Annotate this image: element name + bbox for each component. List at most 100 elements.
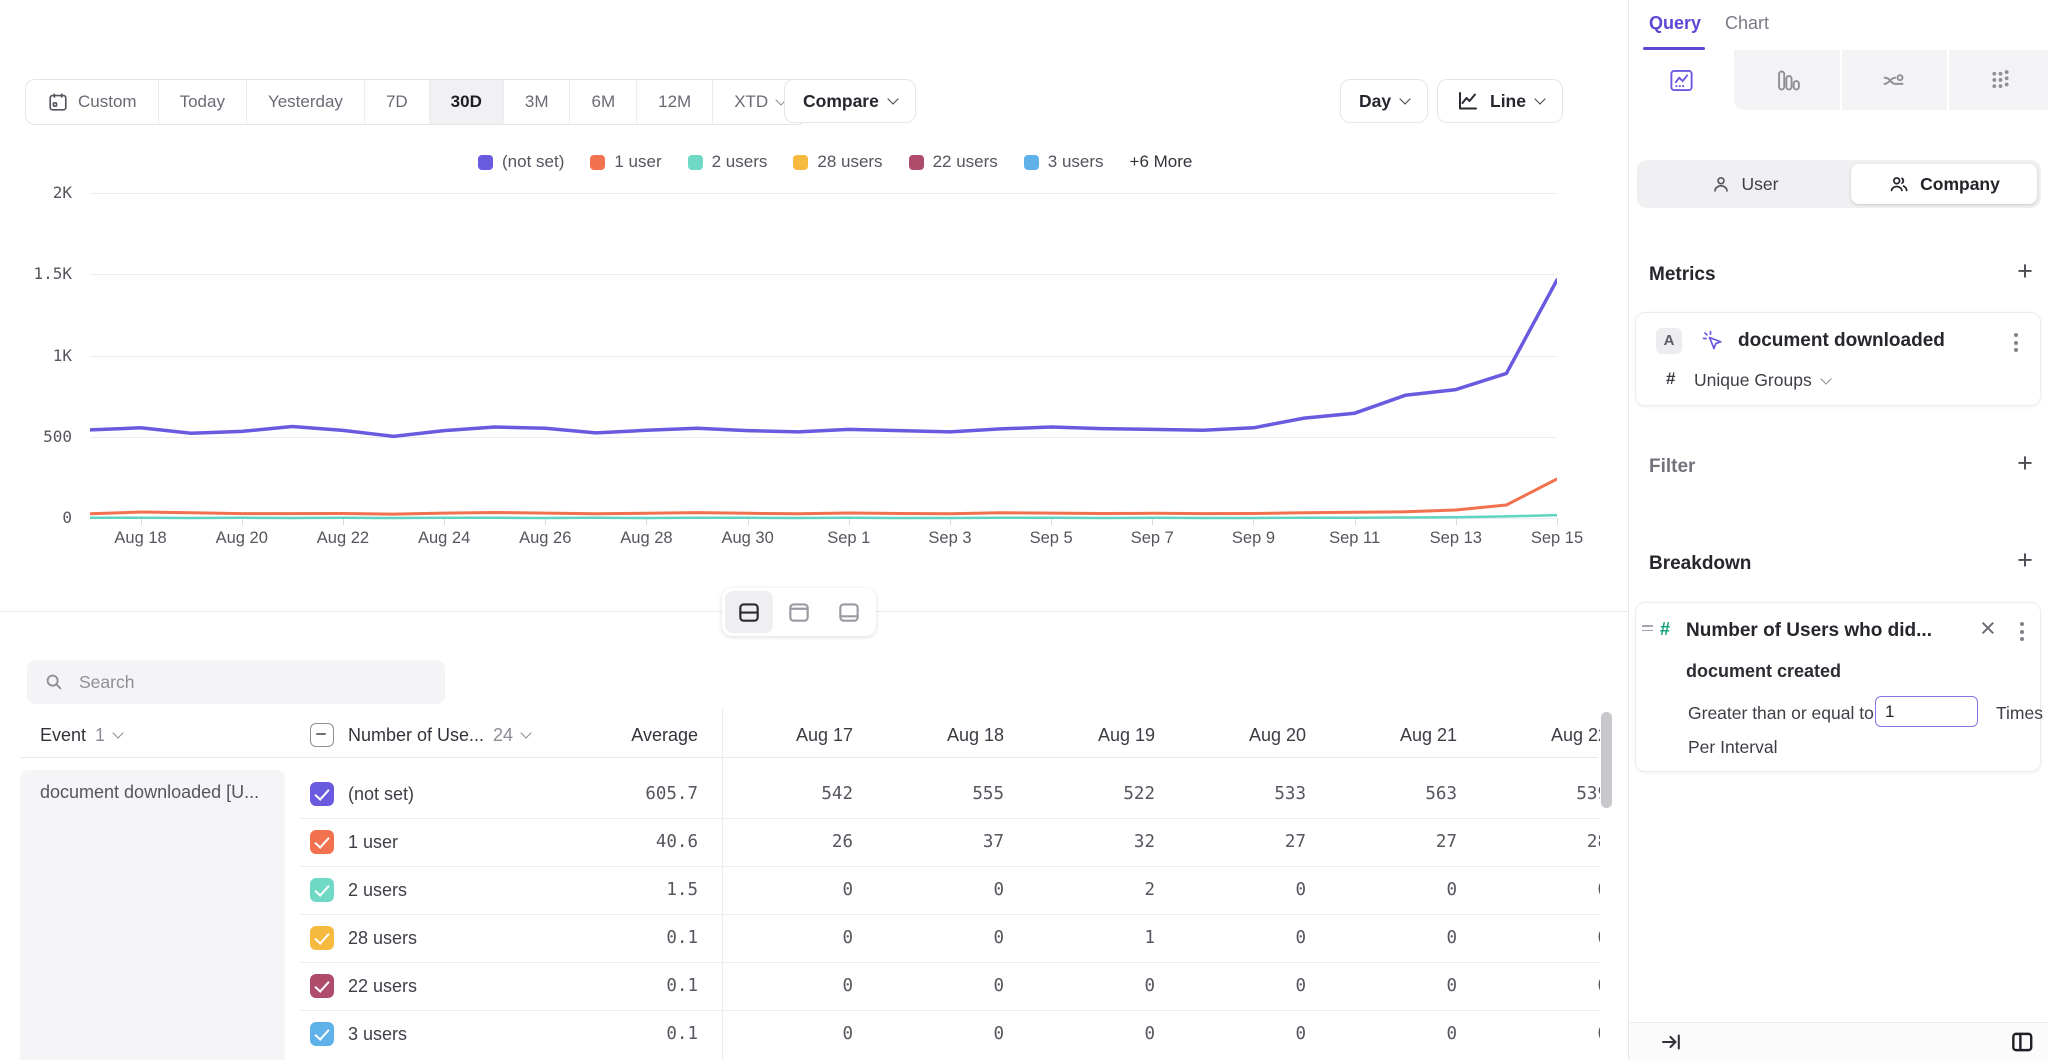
compare-button[interactable]: Compare: [784, 79, 916, 123]
calendar-icon: [47, 91, 69, 113]
granularity-button[interactable]: Day: [1340, 79, 1428, 123]
tab-query[interactable]: Query: [1649, 13, 1701, 34]
legend-label: 1 user: [614, 152, 661, 172]
x-axis-tick: [1557, 518, 1558, 525]
date-column-header: Aug 22: [1477, 712, 1600, 758]
row-value: 0: [722, 866, 873, 914]
breakdown-menu-button[interactable]: [2016, 618, 2028, 645]
panel-tab-bar: Query Chart: [1629, 0, 2048, 51]
table-top-view-icon: [786, 599, 812, 625]
legend-label: 28 users: [817, 152, 882, 172]
metric-menu-button[interactable]: [2010, 329, 2022, 356]
search-box[interactable]: [27, 660, 445, 704]
search-input[interactable]: [77, 671, 381, 694]
legend-swatch: [793, 155, 808, 170]
tab-chart[interactable]: Chart: [1725, 13, 1769, 34]
table-top-view-button[interactable]: [775, 591, 823, 633]
event-column-header[interactable]: Event 1: [40, 712, 122, 758]
breakdown-event: document created: [1686, 661, 1841, 682]
row-value: 0: [722, 962, 873, 1010]
date-column-header: Aug 21: [1326, 712, 1477, 758]
date-column-header: Aug 18: [873, 712, 1024, 758]
layout-toggle-group: [722, 588, 876, 636]
drag-handle[interactable]: [1642, 625, 1653, 631]
legend-item[interactable]: 22 users: [909, 152, 998, 172]
row-checkbox[interactable]: [310, 1022, 334, 1046]
chart-type-tab-bar-chart[interactable]: [1735, 50, 1839, 110]
range-custom[interactable]: Custom: [26, 80, 158, 124]
row-value: 0: [1326, 962, 1477, 1010]
row-average: 605.7: [540, 770, 698, 818]
x-axis-label: Aug 22: [317, 529, 369, 548]
split-view-button[interactable]: [725, 591, 773, 633]
metric-badge: A: [1656, 328, 1682, 354]
series-header-count: 24: [493, 725, 513, 746]
x-axis-label: Sep 5: [1030, 529, 1073, 548]
y-axis-label: 1.5K: [10, 264, 72, 283]
range-6m[interactable]: 6M: [569, 80, 636, 124]
row-checkbox[interactable]: [310, 878, 334, 902]
event-item-label: document downloaded [U...: [20, 770, 285, 803]
legend-item[interactable]: 3 users: [1024, 152, 1104, 172]
legend-more[interactable]: +6 More: [1130, 152, 1193, 172]
range-30d[interactable]: 30D: [429, 80, 503, 124]
table-bottom-view-button[interactable]: [825, 591, 873, 633]
chart-type-tabs: [1629, 50, 2048, 110]
add-metric-button[interactable]: +: [2011, 256, 2039, 287]
row-value: 0: [1326, 1010, 1477, 1058]
add-breakdown-button[interactable]: +: [2011, 545, 2039, 576]
split-view-icon: [736, 599, 762, 625]
row-average: 0.1: [540, 914, 698, 962]
row-checkbox[interactable]: [310, 974, 334, 998]
legend-item[interactable]: (not set): [478, 152, 564, 172]
range-3m[interactable]: 3M: [503, 80, 570, 124]
x-axis-label: Aug 20: [216, 529, 268, 548]
select-all-checkbox[interactable]: [310, 723, 334, 747]
row-value: 563: [1326, 770, 1477, 818]
scope-option-user[interactable]: User: [1637, 160, 1851, 208]
metrics-section-title: Metrics: [1649, 264, 1716, 286]
compare-label: Compare: [803, 91, 879, 112]
aggregation-label: Unique Groups: [1694, 370, 1812, 391]
range-yesterday[interactable]: Yesterday: [246, 80, 364, 124]
legend-swatch: [688, 155, 703, 170]
range-12m[interactable]: 12M: [636, 80, 712, 124]
row-checkbox[interactable]: [310, 782, 334, 806]
metric-card[interactable]: A document downloaded # Unique Groups: [1635, 312, 2041, 406]
table-scrollbar[interactable]: [1601, 712, 1612, 808]
chart-type-label: Line: [1490, 91, 1526, 112]
legend-item[interactable]: 1 user: [590, 152, 661, 172]
x-axis-label: Sep 15: [1531, 529, 1583, 548]
add-filter-button[interactable]: +: [2011, 448, 2039, 479]
series-column-header[interactable]: Number of Use... 24: [348, 712, 530, 758]
breakdown-card[interactable]: # Number of Users who did... × document …: [1635, 602, 2041, 772]
row-checkbox[interactable]: [310, 926, 334, 950]
date-column-header: Aug 19: [1024, 712, 1175, 758]
row-value: 542: [722, 770, 873, 818]
condition-value-input[interactable]: [1875, 696, 1978, 727]
row-value: 32: [1024, 818, 1175, 866]
scope-option-company[interactable]: Company: [1851, 164, 2037, 204]
chart-type-button[interactable]: Line: [1437, 79, 1563, 123]
x-axis-label: Aug 30: [721, 529, 773, 548]
row-value: 0: [1175, 914, 1326, 962]
row-value: 2: [1024, 866, 1175, 914]
range-today[interactable]: Today: [158, 80, 246, 124]
legend-item[interactable]: 28 users: [793, 152, 882, 172]
chart-type-tab-flow[interactable]: [1842, 50, 1946, 110]
aggregation-selector[interactable]: Unique Groups: [1694, 370, 1830, 391]
event-header-count: 1: [95, 725, 105, 746]
split-panel-icon[interactable]: [2009, 1029, 2035, 1055]
row-value: 0: [1477, 866, 1600, 914]
chart-type-tab-line-chart[interactable]: [1629, 50, 1734, 110]
series-line--not-set-: [90, 280, 1557, 437]
chart-type-tab-scatter-grid[interactable]: [1948, 50, 2048, 110]
row-checkbox[interactable]: [310, 830, 334, 854]
collapse-panel-icon[interactable]: [1659, 1030, 1683, 1054]
range-7d[interactable]: 7D: [364, 80, 429, 124]
scope-toggle: User Company: [1637, 160, 2041, 208]
legend-item[interactable]: 2 users: [688, 152, 768, 172]
close-icon[interactable]: ×: [1976, 611, 2000, 646]
row-average: 1.5: [540, 866, 698, 914]
event-list-item[interactable]: document downloaded [U...: [20, 770, 285, 1060]
